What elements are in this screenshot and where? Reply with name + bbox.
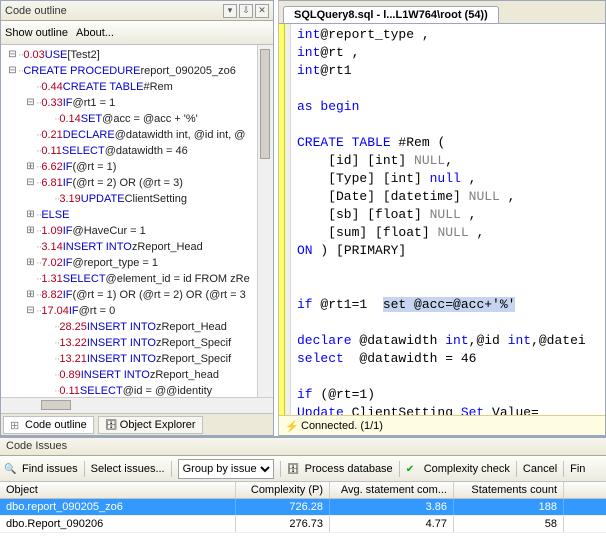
cancel-button[interactable]: Cancel [523, 463, 557, 475]
outline-toolbar: Show outline About... [1, 21, 273, 45]
outline-icon [10, 419, 22, 431]
expand-icon[interactable]: ⊟ [25, 175, 36, 191]
expand-icon[interactable]: ⊞ [25, 287, 36, 303]
expand-icon[interactable]: ⊟ [25, 303, 36, 319]
tree-row[interactable]: ·· 0.89 INSERT INTO zReport_head [3, 367, 273, 383]
expand-icon[interactable]: ⊟ [25, 95, 36, 111]
tab-label: Code outline [25, 419, 87, 431]
grid-header[interactable]: Object Complexity (P) Avg. statement com… [0, 482, 606, 499]
tree-row[interactable]: ·· 3.19 UPDATE ClientSetting [3, 191, 273, 207]
tree-row[interactable]: ·· 0.21 DECLARE @datawidth int, @id int,… [3, 127, 273, 143]
group-by-select[interactable]: Group by issue [178, 459, 274, 479]
status-text: Connected. (1/1) [301, 420, 383, 432]
check-icon [406, 463, 418, 475]
tree-row[interactable]: ·· 1.31 SELECT @element_id = id FROM zRe [3, 271, 273, 287]
expand-icon[interactable]: ⊞ [25, 223, 36, 239]
close-icon[interactable]: ✕ [255, 4, 269, 18]
connected-icon [285, 420, 297, 432]
outline-tree[interactable]: ⊟·· 0.03 USE [Test2]⊟·· CREATE PROCEDURE… [1, 45, 273, 397]
tree-row[interactable]: ⊞·· 7.02 IF @report_type = 1 [3, 255, 273, 271]
complexity-check-button[interactable]: Complexity check [424, 463, 510, 475]
editor-tabstrip: SQLQuery8.sql - l...L1W764\root (54)) [279, 1, 605, 23]
editor-tab[interactable]: SQLQuery8.sql - l...L1W764\root (54)) [283, 6, 499, 23]
editor-statusbar: Connected. (1/1) [279, 415, 605, 435]
tab-label: Object Explorer [120, 419, 196, 431]
issues-grid[interactable]: Object Complexity (P) Avg. statement com… [0, 482, 606, 553]
pin-icon[interactable]: ⇩ [239, 4, 253, 18]
table-row[interactable]: dbo.Report_090206276.734.7758 [0, 516, 606, 533]
tree-row[interactable]: ·· 13.22 INSERT INTO zReport_Specif [3, 335, 273, 351]
editor-tab-label: SQLQuery8.sql - l...L1W764\root (54)) [294, 9, 488, 21]
show-outline-button[interactable]: Show outline [5, 27, 68, 39]
database-icon [287, 463, 299, 475]
expand-icon[interactable]: ⊞ [25, 159, 36, 175]
code-issues-panel: Code Issues Find issues Select issues...… [0, 436, 606, 553]
tree-row[interactable]: ·· 3.14 INSERT INTO zReport_Head [3, 239, 273, 255]
expand-icon[interactable]: ⊞ [25, 207, 36, 223]
expand-icon[interactable]: ⊞ [25, 255, 36, 271]
expand-icon[interactable]: ⊟ [7, 47, 18, 63]
col-object[interactable]: Object [0, 482, 236, 498]
find-issues-button[interactable]: Find issues [22, 463, 78, 475]
tab-code-outline[interactable]: Code outline [3, 416, 94, 434]
horizontal-scrollbar[interactable] [1, 397, 273, 413]
code-text[interactable]: int@report_type ,int@rt ,int@rt1 as begi… [291, 24, 605, 415]
tree-row[interactable]: ·· 28.25 INSERT INTO zReport_Head [3, 319, 273, 335]
tree-row[interactable]: ·· 13.21 INSERT INTO zReport_Specif [3, 351, 273, 367]
issues-title: Code Issues [0, 438, 606, 456]
tree-row[interactable]: ·· 0.11 SELECT @datawidth = 46 [3, 143, 273, 159]
tree-row[interactable]: ·· 0.44 CREATE TABLE #Rem [3, 79, 273, 95]
vertical-scrollbar[interactable] [257, 45, 273, 397]
object-explorer-icon [105, 419, 117, 431]
about-button[interactable]: About... [76, 27, 114, 39]
tree-row[interactable]: ·· 0.14 SET @acc = @acc + '%' [3, 111, 273, 127]
tree-row[interactable]: ⊟·· 0.03 USE [Test2] [3, 47, 273, 63]
tree-row[interactable]: ⊟·· 0.33 IF @rt1 = 1 [3, 95, 273, 111]
col-count[interactable]: Statements count [454, 482, 564, 498]
tree-row[interactable]: ⊟·· 6.81 IF (@rt = 2) OR (@rt = 3) [3, 175, 273, 191]
sql-editor-panel: SQLQuery8.sql - l...L1W764\root (54)) in… [278, 0, 606, 436]
fin-button[interactable]: Fin [570, 463, 585, 475]
outline-titlebar: Code outline ▾ ⇩ ✕ [1, 1, 273, 21]
tree-row[interactable]: ·· 0.11 SELECT @id = @@identity [3, 383, 273, 397]
select-issues-button[interactable]: Select issues... [91, 463, 165, 475]
process-database-button[interactable]: Process database [305, 463, 393, 475]
tree-row[interactable]: ⊞·· 1.09 IF @HaveCur = 1 [3, 223, 273, 239]
code-outline-panel: Code outline ▾ ⇩ ✕ Show outline About...… [0, 0, 274, 436]
tree-row[interactable]: ⊟·· 17.04 IF @rt = 0 [3, 303, 273, 319]
tree-row[interactable]: ⊞·· 6.62 IF (@rt = 1) [3, 159, 273, 175]
tab-object-explorer[interactable]: Object Explorer [98, 416, 203, 434]
tree-row[interactable]: ⊟·· CREATE PROCEDURE report_090205_zo6 [3, 63, 273, 79]
col-complexity[interactable]: Complexity (P) [236, 482, 330, 498]
table-row[interactable]: dbo.report_090205_zo6726.283.86188 [0, 499, 606, 516]
tree-row[interactable]: ⊞·· 8.82 IF (@rt = 1) OR (@rt = 2) OR (@… [3, 287, 273, 303]
panel-tabs: Code outline Object Explorer [1, 413, 273, 435]
expand-icon[interactable]: ⊟ [7, 63, 18, 79]
tree-row[interactable]: ⊞·· ELSE [3, 207, 273, 223]
outline-title: Code outline [5, 5, 221, 17]
find-icon [4, 463, 16, 475]
col-avg[interactable]: Avg. statement com... [330, 482, 454, 498]
code-editor[interactable]: int@report_type ,int@rt ,int@rt1 as begi… [279, 23, 605, 415]
dropdown-icon[interactable]: ▾ [223, 4, 237, 18]
issues-toolbar: Find issues Select issues... Group by is… [0, 456, 606, 482]
